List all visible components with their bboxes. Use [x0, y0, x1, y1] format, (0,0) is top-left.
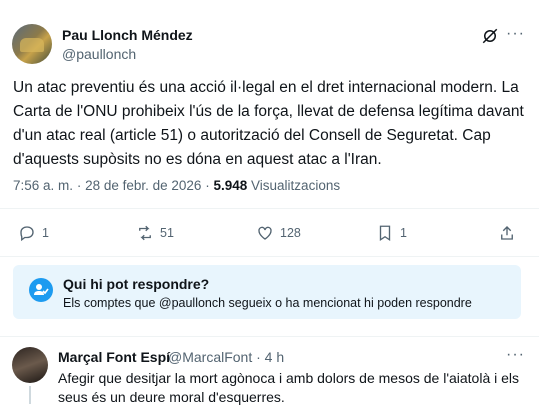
thread-line	[29, 386, 31, 404]
tweet-meta: 7:56 a. m. · 28 de febr. de 2026 · 5.948…	[13, 178, 340, 193]
grok-icon[interactable]	[481, 27, 499, 45]
divider	[0, 208, 539, 209]
reply-icon	[20, 226, 34, 242]
views-count[interactable]: 5.948	[213, 178, 247, 193]
repost-count: 51	[160, 226, 174, 240]
share-button[interactable]	[498, 224, 516, 242]
reply-count: 1	[42, 226, 49, 240]
reply-author-handle[interactable]: @MarcalFont · 4 h	[168, 349, 284, 365]
tweet-author-name[interactable]: Pau Llonch Méndez	[62, 27, 193, 43]
bookmark-button[interactable]: 1	[376, 224, 407, 242]
repost-icon	[139, 225, 151, 241]
divider	[0, 256, 539, 257]
tweet-author-avatar[interactable]	[12, 24, 52, 64]
like-button[interactable]: 128	[256, 224, 301, 242]
more-icon[interactable]: ···	[506, 346, 525, 364]
reply-author-name[interactable]: Marçal Font Espí	[58, 349, 170, 365]
divider	[0, 336, 539, 337]
reply-button[interactable]: 1	[18, 224, 49, 242]
reply-settings-subtitle: Els comptes que @paullonch segueix o ha …	[63, 296, 472, 310]
meta-separator: ·	[76, 178, 82, 193]
reply-settings-title: Qui hi pot respondre?	[63, 276, 210, 292]
tweet-date[interactable]: 28 de febr. de 2026	[85, 178, 201, 193]
bookmark-count: 1	[400, 226, 407, 240]
tweet-author-handle[interactable]: @paullonch	[62, 46, 136, 62]
repost-button[interactable]: 51	[136, 224, 174, 242]
share-icon	[501, 226, 513, 240]
meta-separator: ·	[205, 178, 210, 193]
tweet-time[interactable]: 7:56 a. m.	[13, 178, 73, 193]
reply-text: Afegir que desitjar la mort agònoca i am…	[58, 370, 520, 405]
more-icon[interactable]: ···	[506, 25, 525, 43]
tweet-text: Un atac preventiu és una acció il·legal …	[13, 79, 524, 168]
views-label[interactable]: Visualitzacions	[251, 178, 340, 193]
action-bar: 1 51 128 1	[0, 220, 539, 250]
heart-icon	[258, 226, 272, 240]
user-check-icon	[29, 278, 53, 302]
like-count: 128	[280, 226, 301, 240]
reply-author-avatar[interactable]	[12, 347, 48, 383]
reply-settings-box[interactable]: Qui hi pot respondre? Els comptes que @p…	[13, 265, 521, 319]
bookmark-icon	[379, 225, 391, 242]
